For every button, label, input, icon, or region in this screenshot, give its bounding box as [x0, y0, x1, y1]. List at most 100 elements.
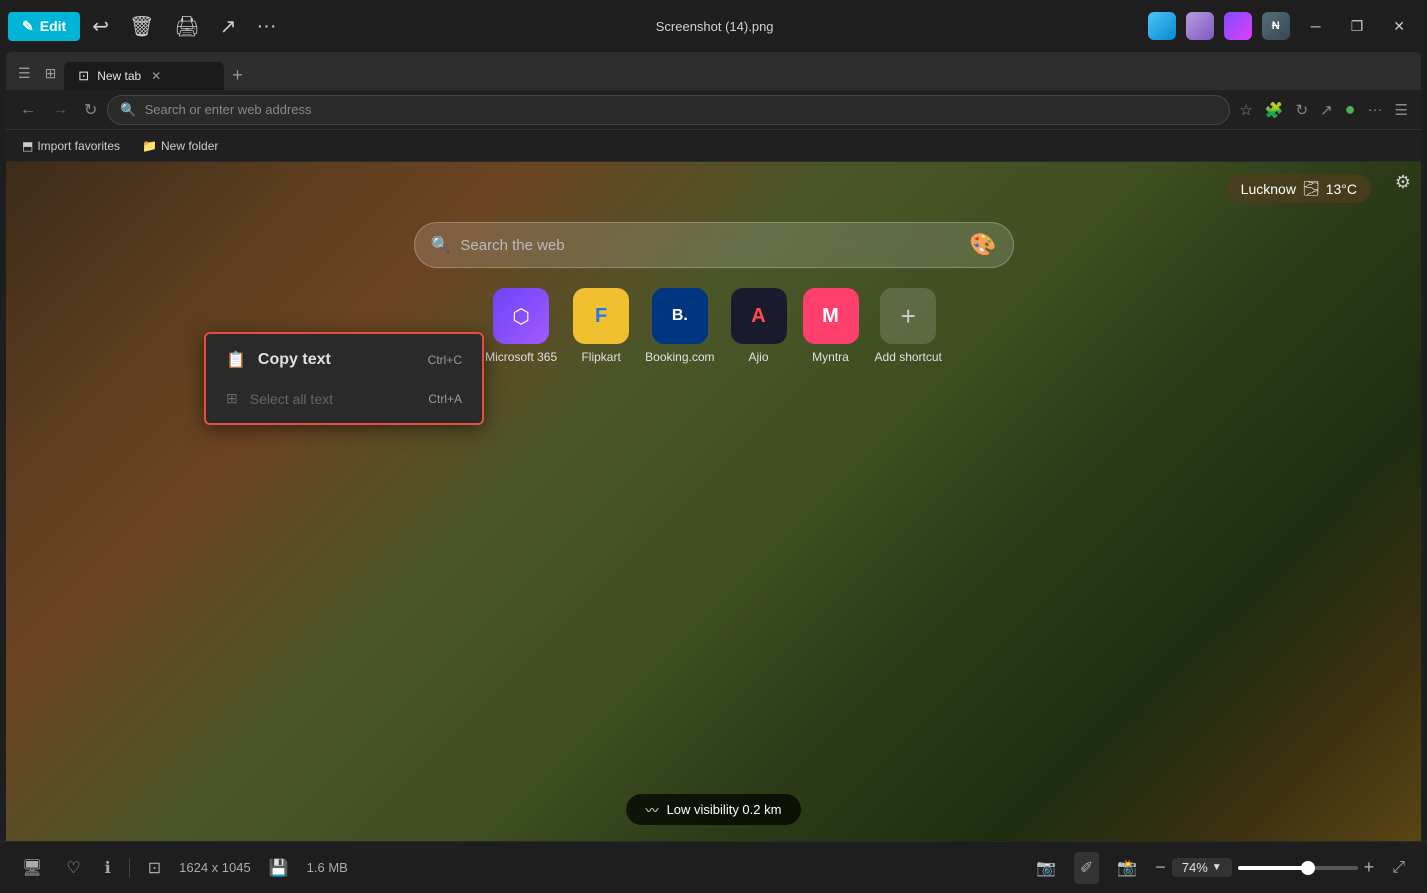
zoom-slider[interactable] — [1238, 866, 1358, 870]
info-button[interactable]: ℹ — [99, 852, 117, 884]
browser-toolbar: ← → ↻ 🔍 Search or enter web address ☆ 🧩 … — [6, 90, 1421, 130]
folder-label: New folder — [161, 139, 218, 153]
save-button[interactable]: 💾 — [263, 852, 295, 884]
fog-icon: 〰 — [646, 800, 659, 819]
notification-text: Low visibility 0.2 km — [667, 802, 782, 817]
select-all-shortcut: Ctrl+A — [428, 392, 462, 406]
app-icon-2 — [1186, 12, 1214, 40]
shortcut-label-ajio: Ajio — [749, 350, 769, 364]
sidebar-button[interactable]: ☰ — [1390, 96, 1413, 124]
copy-icon: 📋 — [226, 350, 246, 370]
delete-button[interactable]: 🗑 — [121, 6, 162, 47]
new-tab-page: Lucknow 🌫 13°C ⚙ 🔍 🎨 ⬡ Microsoft 365 — [6, 162, 1421, 841]
search-input[interactable] — [460, 237, 959, 254]
image-dimensions: 1624 x 1045 — [179, 860, 251, 875]
bookmark-button[interactable]: ☆ — [1234, 96, 1257, 124]
title-bar: ✎ Edit ↩ 🗑 🖨 ↗ ··· Screenshot (14).png N… — [0, 0, 1427, 52]
tab-bar: ☰ ⊞ ⊡ New tab ✕ + — [6, 52, 1421, 90]
monitor-button[interactable]: 🖥 — [16, 852, 48, 884]
weather-city: Lucknow — [1241, 181, 1296, 197]
shortcut-icon-flipkart: F — [573, 288, 629, 344]
zoom-chevron: ▼ — [1212, 862, 1222, 873]
tab-close-button[interactable]: ✕ — [149, 69, 163, 83]
undo-button[interactable]: ↩ — [84, 6, 117, 47]
edit-label: Edit — [40, 18, 66, 34]
shortcut-flipkart[interactable]: F Flipkart — [573, 288, 629, 364]
tab-prev-button[interactable]: ⊞ — [39, 61, 63, 86]
window-title: Screenshot (14).png — [288, 19, 1140, 34]
window-controls: ─ ❐ ✕ — [1297, 10, 1419, 43]
profile-button[interactable]: ● — [1340, 94, 1361, 125]
shortcut-label-microsoft365: Microsoft 365 — [485, 350, 557, 364]
edit-mode-button[interactable]: ✐ — [1074, 852, 1099, 884]
share-toolbar-button[interactable]: ↗ — [1315, 96, 1338, 124]
print-button[interactable]: 🖨 — [166, 6, 207, 47]
zoom-out-button[interactable]: − — [1155, 857, 1166, 878]
edit-icon: ✎ — [22, 18, 34, 35]
zoom-in-button[interactable]: + — [1364, 857, 1375, 878]
heart-button[interactable]: ♡ — [60, 852, 86, 884]
copy-text-item-left: 📋 Copy text — [226, 350, 331, 370]
browser-window: ☰ ⊞ ⊡ New tab ✕ + ← → ↻ 🔍 Search or ente… — [6, 52, 1421, 841]
camera-button[interactable]: 📸 — [1111, 852, 1143, 884]
app-icon-1 — [1148, 12, 1176, 40]
shortcut-ajio[interactable]: A Ajio — [731, 288, 787, 364]
weather-icon: 🌫 — [1302, 180, 1320, 197]
folder-icon: 📁 — [142, 139, 157, 153]
visibility-notification: 〰 Low visibility 0.2 km — [626, 794, 802, 825]
share-button[interactable]: ↗ — [212, 6, 245, 47]
fullscreen-button[interactable]: ⤢ — [1386, 853, 1411, 883]
sidebar-toggle-button[interactable]: ☰ — [12, 61, 37, 86]
close-button[interactable]: ✕ — [1379, 10, 1419, 43]
copy-text-shortcut: Ctrl+C — [428, 353, 462, 367]
search-area: 🔍 🎨 ⬡ Microsoft 365 F Flipkart — [414, 222, 1014, 364]
address-bar[interactable]: 🔍 Search or enter web address — [107, 95, 1230, 125]
settings-dots-button[interactable]: ··· — [1363, 96, 1388, 123]
context-menu-select-all[interactable]: ⊞ Select all text Ctrl+A — [206, 380, 482, 417]
context-menu: 📋 Copy text Ctrl+C ⊞ Select all text Ctr… — [204, 332, 484, 425]
tab-label: New tab — [97, 69, 141, 83]
weather-widget: Lucknow 🌫 13°C — [1227, 174, 1371, 203]
import-icon: ⬒ — [22, 139, 33, 153]
more-button[interactable]: ··· — [249, 7, 285, 46]
new-tab-button[interactable]: + — [226, 63, 249, 88]
extensions-button[interactable]: 🧩 — [1260, 96, 1289, 124]
app-icon-3 — [1224, 12, 1252, 40]
back-button[interactable]: ← — [14, 95, 42, 125]
search-icon: 🔍 — [120, 102, 136, 118]
add-shortcut[interactable]: + Add shortcut — [875, 288, 942, 364]
favorites-bar: ⬒ Import favorites 📁 New folder — [6, 130, 1421, 162]
shortcut-label-add: Add shortcut — [875, 350, 942, 364]
shortcut-icon-ajio: A — [731, 288, 787, 344]
shortcut-microsoft365[interactable]: ⬡ Microsoft 365 — [485, 288, 557, 364]
tab-new-tab[interactable]: ⊡ New tab ✕ — [64, 62, 224, 90]
refresh-toolbar-button[interactable]: ↻ — [1291, 96, 1314, 124]
app-icons: N — [1145, 12, 1293, 40]
shortcut-myntra[interactable]: M Myntra — [803, 288, 859, 364]
toolbar-icons: ☆ 🧩 ↻ ↗ ● ··· ☰ — [1234, 94, 1413, 125]
restore-button[interactable]: ❐ — [1337, 10, 1378, 43]
shortcut-booking[interactable]: B. Booking.com — [645, 288, 714, 364]
minimize-button[interactable]: ─ — [1297, 10, 1335, 42]
image-size-button[interactable]: ⊡ — [142, 852, 167, 884]
refresh-button[interactable]: ↻ — [78, 94, 103, 126]
edit-button[interactable]: ✎ Edit — [8, 12, 80, 41]
shortcuts-row: ⬡ Microsoft 365 F Flipkart B. Booking — [485, 288, 942, 364]
import-favorites[interactable]: ⬒ Import favorites — [16, 137, 126, 155]
search-box-icon: 🔍 — [431, 235, 451, 255]
zoom-area: − 74% ▼ + — [1155, 857, 1374, 878]
tab-page-icon: ⊡ — [78, 68, 89, 84]
search-box[interactable]: 🔍 🎨 — [414, 222, 1014, 268]
page-settings-button[interactable]: ⚙ — [1395, 172, 1411, 193]
context-menu-copy-text[interactable]: 📋 Copy text Ctrl+C — [206, 340, 482, 380]
new-folder[interactable]: 📁 New folder — [136, 137, 224, 155]
forward-button[interactable]: → — [46, 95, 74, 125]
zoom-label[interactable]: 74% ▼ — [1172, 858, 1232, 877]
status-bar: 🖥 ♡ ℹ ⊡ 1624 x 1045 💾 1.6 MB 📷 ✐ 📸 − 74%… — [0, 841, 1427, 893]
shortcut-label-booking: Booking.com — [645, 350, 714, 364]
divider-1 — [129, 858, 130, 878]
shortcut-label-flipkart: Flipkart — [581, 350, 620, 364]
shortcut-icon-booking: B. — [652, 288, 708, 344]
shortcut-icon-myntra: M — [803, 288, 859, 344]
capture-button[interactable]: 📷 — [1030, 852, 1062, 884]
